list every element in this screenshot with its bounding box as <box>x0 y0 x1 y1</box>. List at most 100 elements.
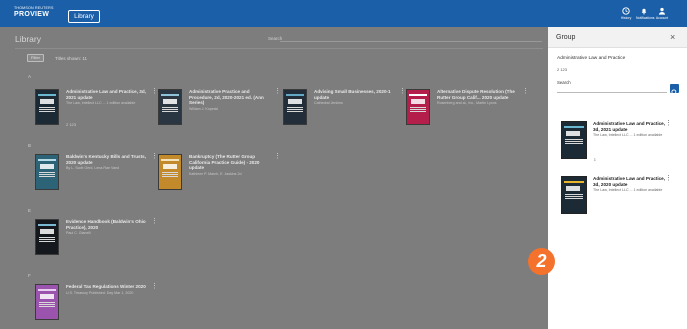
step-number-badge: 2 <box>528 248 555 275</box>
download-icon[interactable]: ⇩ <box>593 157 596 162</box>
cover-art-detail <box>163 164 177 169</box>
group-panel: Group × Administrative Law and Practice … <box>548 27 687 329</box>
book-author: The Law, Intellect LLC ... 1 edition ava… <box>593 188 663 193</box>
book-author: Paul C. Gianelli <box>66 231 91 236</box>
book-card[interactable]: Bankruptcy (The Rutter Group California … <box>158 153 281 206</box>
cover-art-detail <box>162 109 178 110</box>
history-icon <box>622 7 630 15</box>
more-options-icon[interactable]: ⋮ <box>151 88 158 95</box>
group-book-card[interactable]: Administrative Law and Practice, 3d, 202… <box>561 120 681 163</box>
top-bar: THOMSON REUTERS PROVIEW Library History … <box>0 0 687 27</box>
cover-art-detail <box>410 109 426 110</box>
cover-art-detail <box>39 174 55 175</box>
cover-art-detail <box>38 289 56 291</box>
book-card[interactable]: Evidence Handbook (Baldwin's Ohio Practi… <box>35 218 158 271</box>
book-card[interactable]: Administrative Law and Practice, 3d, 202… <box>35 88 158 141</box>
cover-art-detail <box>39 239 55 240</box>
cover-art-detail <box>39 237 55 238</box>
notifications-button[interactable]: Notifications <box>636 7 654 25</box>
close-icon[interactable]: × <box>670 32 675 42</box>
library-button[interactable]: Library <box>68 10 100 23</box>
more-options-icon[interactable]: ⋮ <box>665 175 672 182</box>
book-author: The Law, Intellect LLC ... 1 edition ava… <box>593 133 663 138</box>
more-options-icon[interactable]: ⋮ <box>151 218 158 225</box>
cover-art-detail <box>565 194 583 195</box>
book-title: Administrative Law and Practice, 3d, 202… <box>593 121 665 132</box>
cover-art-detail <box>162 107 178 108</box>
book-author: Cathedral Jenkins <box>314 101 343 106</box>
brand-line2: PROVIEW <box>14 11 50 18</box>
cover-art-detail <box>40 294 54 299</box>
filter-button[interactable]: Filter <box>27 54 44 62</box>
book-card[interactable]: Alternative Dispute Resolution (The Rutt… <box>406 88 529 141</box>
cover-art-detail <box>566 131 580 136</box>
proview-logo[interactable]: THOMSON REUTERS PROVIEW <box>14 6 53 21</box>
cover-art-detail <box>39 109 55 110</box>
cover-art-detail <box>411 99 425 104</box>
cover-art-detail <box>162 174 178 175</box>
book-cover <box>406 89 430 125</box>
cover-art-detail <box>409 94 427 96</box>
group-name: Administrative Law and Practice <box>557 56 626 61</box>
book-cover <box>561 121 587 159</box>
cover-art-detail <box>38 159 56 161</box>
search-icon <box>671 89 678 96</box>
book-card[interactable]: Federal Tax Regulations Winter 2020 U.S. … <box>35 283 158 329</box>
cover-art-detail <box>286 94 304 96</box>
book-meta: 2 123 <box>66 122 77 127</box>
cover-art-detail <box>39 302 55 303</box>
section-letter-f: F <box>28 273 31 278</box>
cover-art-detail <box>161 159 179 161</box>
book-card[interactable]: Baldwin's Kentucky Bills and Trusts, 202… <box>35 153 158 206</box>
cover-art-detail <box>288 99 302 104</box>
library-main: Library Search Filter Titles shown: 11 A… <box>0 27 548 329</box>
more-options-icon[interactable]: ⋮ <box>274 153 281 160</box>
account-button[interactable]: Account <box>654 7 670 25</box>
group-meta: 2 123 <box>557 67 568 72</box>
more-options-icon[interactable]: ⋮ <box>151 283 158 290</box>
titles-count: Titles shown: 11 <box>55 56 88 61</box>
panel-header: Group × <box>548 27 687 48</box>
cover-art-detail <box>162 176 178 177</box>
divider <box>15 48 543 49</box>
more-options-icon[interactable]: ⋮ <box>151 153 158 160</box>
book-author: By L. Scott Gerd, Lena Rae Vand <box>66 166 120 171</box>
section-letter-e: E <box>28 208 32 213</box>
cover-art-detail <box>161 94 179 96</box>
cover-art-detail <box>287 107 303 108</box>
library-search-input[interactable] <box>280 41 542 42</box>
cover-art-detail <box>162 111 178 112</box>
book-cover <box>35 154 59 190</box>
book-title: Baldwin's Kentucky Bills and Trusts, 202… <box>66 154 146 165</box>
cover-art-detail <box>40 99 54 104</box>
book-card[interactable]: Advising Small Businesses, 2020-1 update… <box>283 88 406 141</box>
cover-art-detail <box>38 94 56 96</box>
more-options-icon[interactable]: ⋮ <box>399 88 406 95</box>
book-author: Kathleen P. March, E. Jaskins 2d <box>189 171 242 176</box>
cover-art-detail <box>39 107 55 108</box>
book-title: Advising Small Businesses, 2020-1 update <box>314 89 391 100</box>
book-cover <box>158 89 182 125</box>
panel-title: Group <box>556 34 576 41</box>
cover-art-detail <box>566 186 580 191</box>
cover-art-detail <box>410 107 426 108</box>
panel-search-button[interactable] <box>670 84 679 96</box>
group-book-card[interactable]: Administrative Law and Practice, 3d, 202… <box>561 175 681 218</box>
book-cover <box>283 89 307 125</box>
book-card[interactable]: Administrative Practice and Procedure, 2… <box>158 88 281 141</box>
account-label: Account <box>655 16 669 20</box>
book-cover <box>561 176 587 214</box>
more-options-icon[interactable]: ⋮ <box>274 88 281 95</box>
cover-art-detail <box>40 164 54 169</box>
book-cover <box>35 219 59 255</box>
panel-search-input[interactable] <box>557 86 667 93</box>
history-button[interactable]: History <box>618 7 634 25</box>
book-author: U.S. Treasury Published: Day Mar 1, 2020 <box>66 290 134 295</box>
cover-art-detail <box>564 126 584 128</box>
cover-art-detail <box>565 141 583 142</box>
more-options-icon[interactable]: ⋮ <box>665 120 672 127</box>
cover-art-detail <box>40 229 54 234</box>
cover-art-detail <box>565 196 583 197</box>
book-author: The Law, Intellect LLC ... 1 edition ava… <box>66 101 136 106</box>
more-options-icon[interactable]: ⋮ <box>522 88 529 95</box>
